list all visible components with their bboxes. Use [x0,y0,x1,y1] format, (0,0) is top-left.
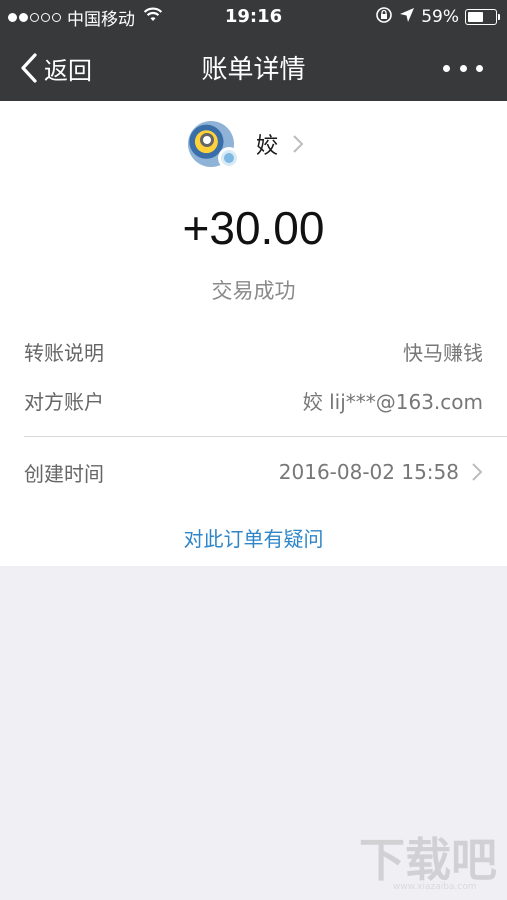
watermark-logo: 下载吧 www.xiazaiba.com [359,833,499,894]
created-time-value: 2016-08-02 15:58 [278,460,459,484]
counterparty-account-label: 对方账户 [24,389,104,414]
rotation-lock-icon [375,6,393,29]
avatar [188,121,240,169]
transfer-note-row: 转账说明 快马赚钱 [24,336,483,366]
created-time-row[interactable]: 创建时间 2016-08-02 15:58 [24,457,483,487]
payee-profile-link[interactable]: 姣 [188,121,304,169]
counterparty-account-row: 对方账户 姣 lij***@163.com [24,385,483,415]
location-arrow-icon [399,7,415,28]
more-dot-icon [443,64,450,72]
bill-detail-card: 姣 +30.00 交易成功 转账说明 快马赚钱 对方账户 姣 lij***@16… [0,101,507,566]
nav-bar: 返回 账单详情 [0,34,507,101]
page-title: 账单详情 [201,55,306,85]
order-question-link[interactable]: 对此订单有疑问 [0,523,507,552]
watermark-url: www.xiazaiba.com [393,882,477,892]
counterparty-account-value: 姣 lij***@163.com [302,389,483,414]
more-options-button[interactable] [443,56,483,80]
status-right: 59% [375,6,500,29]
divider [24,436,507,437]
battery-icon [465,9,500,25]
status-bar: 中国移动 19:16 59% [0,0,507,34]
svg-text:下载吧: 下载吧 [359,834,497,884]
battery-percent: 59% [421,7,459,27]
transfer-note-label: 转账说明 [24,340,104,365]
transaction-status: 交易成功 [211,279,296,303]
chevron-right-icon [472,463,483,481]
more-dot-icon [476,64,483,72]
payee-name: 姣 [256,134,279,159]
transfer-note-value: 快马赚钱 [403,340,483,365]
verified-badge-icon [218,147,240,169]
created-time-label: 创建时间 [24,461,104,486]
chevron-right-icon [293,135,304,153]
more-dot-icon [459,64,467,72]
transaction-amount: +30.00 [182,202,325,254]
